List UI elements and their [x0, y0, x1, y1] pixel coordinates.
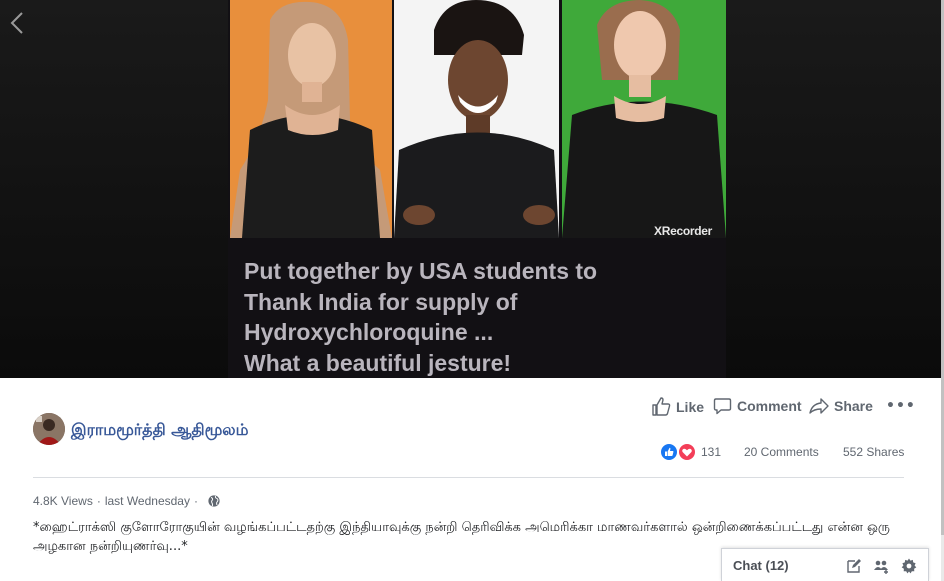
like-label: Like — [676, 398, 705, 415]
caption-line: Put together by USA students to — [244, 258, 598, 284]
video-panel-left — [230, 0, 392, 238]
caption-line: What a beautiful jesture! — [244, 349, 512, 376]
reaction-icons[interactable] — [660, 443, 700, 461]
author-name-link[interactable]: இராமமூர்த்தி ஆதிமூலம் — [71, 420, 248, 441]
like-button[interactable]: Like — [651, 397, 704, 416]
comment-button[interactable]: Comment — [713, 397, 802, 415]
video-watermark: XRecorder — [654, 224, 712, 238]
back-chevron-icon[interactable] — [8, 10, 26, 36]
post-meta: 4.8K Views · last Wednesday · — [33, 494, 220, 508]
reaction-count[interactable]: 131 — [701, 445, 721, 459]
meta-separator: · — [193, 494, 198, 508]
group-icon[interactable] — [873, 558, 889, 574]
video-frame: XRecorder Put together by USA students t… — [228, 0, 726, 378]
divider — [33, 477, 904, 478]
share-label: Share — [834, 398, 873, 414]
video-caption: Put together by USA students to Thank In… — [244, 256, 714, 378]
video-player[interactable]: XRecorder Put together by USA students t… — [0, 0, 941, 378]
like-icon — [652, 397, 671, 416]
chat-label[interactable]: Chat (12) — [733, 558, 789, 573]
comment-icon — [713, 398, 732, 415]
post-timestamp[interactable]: last Wednesday — [105, 494, 190, 508]
compose-icon[interactable] — [846, 558, 862, 574]
shares-count-link[interactable]: 552 Shares — [843, 445, 904, 459]
chat-bar[interactable]: Chat (12) — [721, 548, 929, 581]
comments-count-link[interactable]: 20 Comments — [744, 445, 819, 459]
settings-icon[interactable] — [901, 558, 917, 574]
meta-separator: · — [96, 494, 101, 508]
caption-line: Hydroxychloroquine ... — [244, 319, 494, 345]
video-panel-right — [562, 0, 726, 238]
share-button[interactable]: Share — [809, 397, 873, 415]
views-count: 4.8K Views — [33, 494, 93, 508]
comment-label: Comment — [737, 398, 802, 414]
more-icon[interactable]: ••• — [886, 398, 916, 414]
author-avatar[interactable] — [33, 413, 65, 445]
globe-icon[interactable] — [208, 495, 220, 507]
video-panel-center — [394, 0, 559, 238]
share-icon — [809, 398, 829, 414]
caption-line: Thank India for supply of — [244, 288, 518, 315]
